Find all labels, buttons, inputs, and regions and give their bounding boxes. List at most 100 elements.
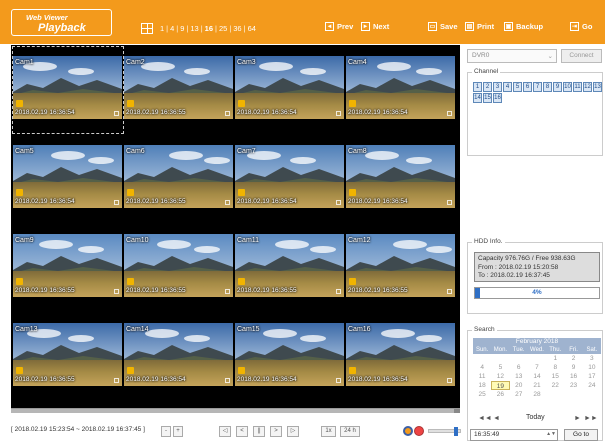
calendar-day[interactable]: 21 xyxy=(528,381,546,390)
split-option-1[interactable]: 1 xyxy=(160,24,164,33)
calendar-day[interactable]: 17 xyxy=(583,372,601,381)
channel-button-10[interactable]: 10 xyxy=(563,82,572,92)
save-button[interactable]: ▭ Save xyxy=(428,22,458,31)
split-option-25[interactable]: 25 xyxy=(219,24,227,33)
calendar-day[interactable]: 26 xyxy=(491,390,509,399)
last-frame-button[interactable]: ▷ xyxy=(287,426,299,437)
next-month-button[interactable]: ► xyxy=(574,415,581,422)
calendar-day[interactable]: 16 xyxy=(564,372,582,381)
calendar-day[interactable]: 3 xyxy=(583,354,601,363)
calendar-day[interactable]: 9 xyxy=(564,363,582,372)
backup-button[interactable]: ▣ Backup xyxy=(504,22,543,31)
calendar-day[interactable]: 24 xyxy=(583,381,601,390)
channel-button-15[interactable]: 15 xyxy=(483,93,492,103)
goto-button[interactable]: Go to xyxy=(564,429,598,441)
calendar-day[interactable]: 5 xyxy=(491,363,509,372)
channel-button-4[interactable]: 4 xyxy=(503,82,512,92)
camera-tile[interactable]: Cam16 2018.02.19 16:36:54 xyxy=(346,323,455,386)
connect-button[interactable]: Connect xyxy=(561,49,602,63)
channel-button-13[interactable]: 13 xyxy=(593,82,602,92)
calendar-day[interactable]: 8 xyxy=(546,363,564,372)
speed-1x-button[interactable]: 1x xyxy=(321,426,336,437)
volume-slider[interactable] xyxy=(428,427,461,436)
first-frame-button[interactable]: ◁ xyxy=(219,426,231,437)
time-spinner-icon[interactable]: ▲▼ xyxy=(546,431,556,437)
camera-tile[interactable]: Cam2 2018.02.19 16:36:55 xyxy=(124,56,233,119)
channel-button-9[interactable]: 9 xyxy=(553,82,562,92)
calendar-day[interactable]: 22 xyxy=(546,381,564,390)
print-button[interactable]: ▤ Print xyxy=(465,22,494,31)
zoom-in-button[interactable]: + xyxy=(173,426,183,437)
camera-tile[interactable]: Cam12 2018.02.19 16:36:55 xyxy=(346,234,455,297)
calendar-day[interactable]: 2 xyxy=(564,354,582,363)
calendar-day[interactable]: 27 xyxy=(510,390,528,399)
channel-button-11[interactable]: 11 xyxy=(573,82,582,92)
timeline-scroll-thumb[interactable] xyxy=(454,409,460,413)
calendar-day[interactable]: 23 xyxy=(564,381,582,390)
camera-tile[interactable]: Cam9 2018.02.19 16:36:55 xyxy=(13,234,122,297)
prev-frame-button[interactable]: < xyxy=(236,426,248,437)
calendar-day[interactable]: 11 xyxy=(473,372,491,381)
camera-tile[interactable]: Cam6 2018.02.19 16:36:55 xyxy=(124,145,233,208)
next-year-button[interactable]: ►► xyxy=(584,415,598,422)
calendar-day[interactable]: 20 xyxy=(510,381,528,390)
split-option-13[interactable]: 13 xyxy=(190,24,198,33)
camera-tile[interactable]: Cam13 2018.02.19 16:36:55 xyxy=(13,323,122,386)
dvr-select[interactable]: DVR0 ⌄ xyxy=(467,49,557,63)
camera-tile[interactable]: Cam14 2018.02.19 16:36:54 xyxy=(124,323,233,386)
split-option-9[interactable]: 9 xyxy=(180,24,184,33)
channel-button-1[interactable]: 1 xyxy=(473,82,482,92)
channel-button-12[interactable]: 12 xyxy=(583,82,592,92)
calendar-day[interactable]: 25 xyxy=(473,390,491,399)
channel-button-2[interactable]: 2 xyxy=(483,82,492,92)
record-icon[interactable] xyxy=(403,426,413,436)
timeline-scrollbar[interactable] xyxy=(11,408,460,413)
channel-button-5[interactable]: 5 xyxy=(513,82,522,92)
camera-tile[interactable]: Cam10 2018.02.19 16:36:55 xyxy=(124,234,233,297)
split-option-4[interactable]: 4 xyxy=(170,24,174,33)
speed-24h-button[interactable]: 24 h xyxy=(340,426,360,437)
next-button[interactable]: ► Next xyxy=(361,22,389,31)
zoom-out-button[interactable]: - xyxy=(161,426,171,437)
channel-button-7[interactable]: 7 xyxy=(533,82,542,92)
calendar-day[interactable]: 14 xyxy=(528,372,546,381)
calendar-day[interactable]: 19 xyxy=(491,381,510,390)
camera-tile[interactable]: Cam15 2018.02.19 16:36:54 xyxy=(235,323,344,386)
split-option-36[interactable]: 36 xyxy=(233,24,241,33)
calendar-day[interactable]: 6 xyxy=(510,363,528,372)
calendar-day[interactable]: 4 xyxy=(473,363,491,372)
split-grid-icon[interactable] xyxy=(141,23,153,34)
split-option-64[interactable]: 64 xyxy=(248,24,256,33)
time-input[interactable]: 16:35:49 ▲▼ xyxy=(470,429,558,441)
today-button[interactable]: Today xyxy=(526,414,545,421)
camera-tile[interactable]: Cam11 2018.02.19 16:36:55 xyxy=(235,234,344,297)
calendar-day[interactable]: 18 xyxy=(473,381,491,390)
channel-button-3[interactable]: 3 xyxy=(493,82,502,92)
calendar-day[interactable]: 15 xyxy=(546,372,564,381)
audio-icon[interactable] xyxy=(414,426,424,436)
channel-button-8[interactable]: 8 xyxy=(543,82,552,92)
calendar-day[interactable]: 28 xyxy=(528,390,546,399)
calendar-day[interactable]: 12 xyxy=(491,372,509,381)
prev-month-button[interactable]: ◄ xyxy=(493,415,500,422)
pause-button[interactable]: || xyxy=(253,426,265,437)
next-frame-button[interactable]: > xyxy=(270,426,282,437)
split-option-16[interactable]: 16 xyxy=(205,24,213,33)
volume-knob[interactable] xyxy=(453,427,458,436)
camera-tile[interactable]: Cam3 2018.02.19 16:36:54 xyxy=(235,56,344,119)
channel-button-14[interactable]: 14 xyxy=(473,93,482,103)
go-button[interactable]: ⇥ Go xyxy=(570,22,592,31)
channel-button-6[interactable]: 6 xyxy=(523,82,532,92)
prev-year-button[interactable]: ◄◄ xyxy=(478,415,492,422)
calendar-day[interactable]: 1 xyxy=(546,354,564,363)
camera-tile[interactable]: Cam5 2018.02.19 16:36:54 xyxy=(13,145,122,208)
channel-button-16[interactable]: 16 xyxy=(493,93,502,103)
calendar-day[interactable]: 10 xyxy=(583,363,601,372)
prev-button[interactable]: ◄ Prev xyxy=(325,22,353,31)
calendar-day[interactable]: 13 xyxy=(510,372,528,381)
camera-tile[interactable]: Cam7 2018.02.19 16:36:54 xyxy=(235,145,344,208)
camera-tile[interactable]: Cam4 2018.02.19 16:36:54 xyxy=(346,56,455,119)
calendar-day[interactable]: 7 xyxy=(528,363,546,372)
camera-tile[interactable]: Cam8 2018.02.19 16:36:54 xyxy=(346,145,455,208)
camera-tile[interactable]: Cam1 2018.02.19 16:36:54 xyxy=(13,56,122,119)
